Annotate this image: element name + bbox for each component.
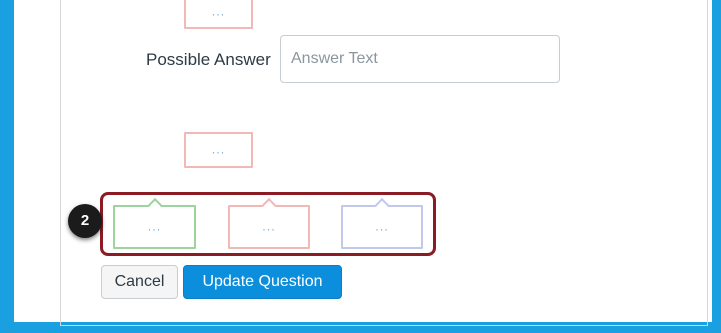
more-icon: ... bbox=[147, 220, 162, 234]
more-icon: ... bbox=[211, 5, 226, 18]
answer-text-input[interactable] bbox=[280, 35, 560, 83]
more-icon: ... bbox=[262, 220, 276, 234]
more-icon: ... bbox=[211, 143, 226, 157]
update-question-button[interactable]: Update Question bbox=[183, 265, 342, 299]
answer-placeholder-middle[interactable]: ... bbox=[184, 132, 253, 168]
answer-option-blue[interactable]: ... bbox=[341, 197, 423, 249]
answer-option-green[interactable]: ... bbox=[113, 197, 196, 249]
answer-placeholder-top[interactable]: ... bbox=[184, 0, 253, 29]
more-icon: ... bbox=[375, 220, 389, 234]
answer-option-red[interactable]: ... bbox=[228, 197, 310, 249]
step-number-badge: 2 bbox=[68, 204, 102, 238]
possible-answer-label: Possible Answer bbox=[146, 50, 271, 69]
cancel-button[interactable]: Cancel bbox=[101, 265, 178, 299]
